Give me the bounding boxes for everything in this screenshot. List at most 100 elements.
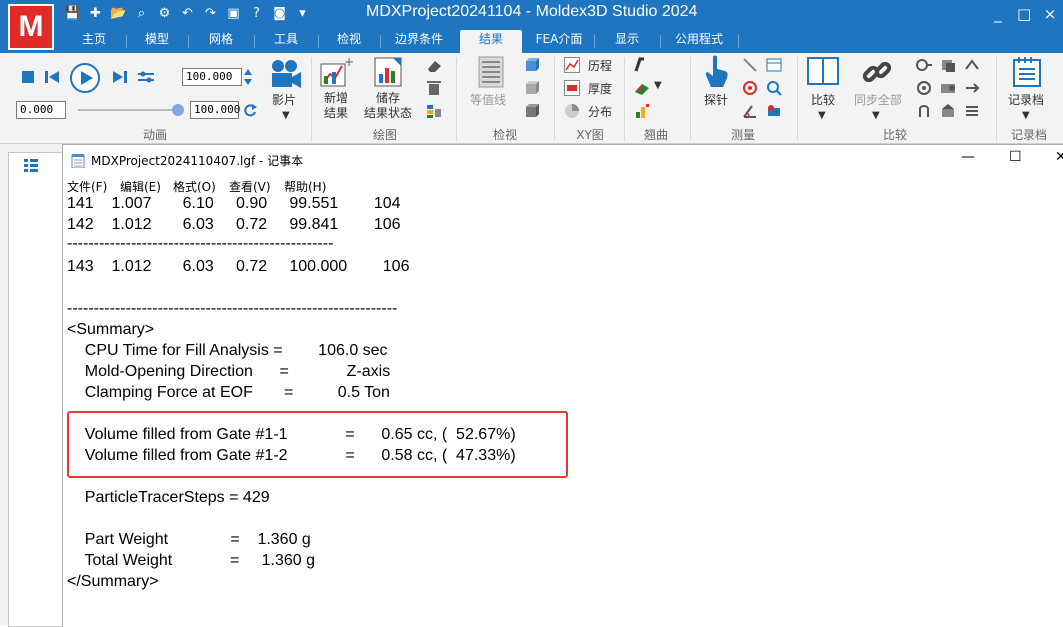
- undo-icon[interactable]: ↶: [179, 5, 196, 22]
- camera-icon[interactable]: ◙: [271, 5, 288, 22]
- new-result-icon[interactable]: +: [320, 55, 354, 89]
- step-forward-icon[interactable]: [112, 69, 128, 85]
- contour-icon[interactable]: [474, 55, 508, 89]
- target-icon[interactable]: [742, 80, 758, 96]
- compare-tool-i-icon[interactable]: [964, 103, 980, 119]
- redo-icon[interactable]: ↷: [202, 5, 219, 22]
- distribution-label[interactable]: 分布: [588, 103, 612, 120]
- eraser-icon[interactable]: [426, 58, 442, 74]
- compare-tool-f-icon[interactable]: [964, 80, 980, 96]
- view-cube-dark-icon[interactable]: [524, 103, 540, 119]
- notepad-maximize-button[interactable]: ☐: [1009, 149, 1022, 165]
- step-back-icon[interactable]: [44, 69, 60, 85]
- save-result-state-icon[interactable]: [372, 55, 406, 89]
- history-label[interactable]: 历程: [588, 57, 612, 74]
- compare-tool-b-icon[interactable]: [940, 57, 956, 73]
- log-label[interactable]: 记录档: [1008, 91, 1044, 108]
- stop-icon[interactable]: [20, 69, 36, 85]
- refresh-icon[interactable]: [242, 102, 258, 118]
- search-file-icon[interactable]: ⌕: [133, 5, 150, 22]
- thickness-label[interactable]: 厚度: [588, 80, 612, 97]
- sync-all-label[interactable]: 同步全部: [854, 91, 902, 108]
- compare-tool-d-icon[interactable]: [916, 80, 932, 96]
- compare-dropdown-icon[interactable]: ▼: [818, 110, 826, 121]
- ruler-icon[interactable]: [742, 57, 758, 73]
- movie-label[interactable]: 影片: [272, 91, 296, 108]
- view-cube-blue-icon[interactable]: [524, 57, 540, 73]
- close-button[interactable]: ×: [1043, 5, 1057, 23]
- tab-tools[interactable]: 工具: [256, 30, 316, 53]
- tab-display[interactable]: 显示: [596, 30, 658, 53]
- help-icon[interactable]: ?: [248, 5, 265, 22]
- save-result-state-label[interactable]: 储存 结果状态: [364, 91, 412, 121]
- tab-boundary-conditions[interactable]: 边界条件: [382, 30, 456, 53]
- notepad-close-button[interactable]: ✕: [1055, 149, 1063, 165]
- angle-measure-icon[interactable]: [742, 103, 758, 119]
- movie-camera-icon[interactable]: [268, 57, 304, 91]
- tab-model[interactable]: 模型: [128, 30, 186, 53]
- probe-pointer-icon[interactable]: [700, 55, 734, 89]
- compare-icon[interactable]: [806, 55, 840, 89]
- animation-slider[interactable]: [78, 103, 186, 117]
- movie-dropdown-icon[interactable]: ▼: [282, 110, 290, 121]
- compare-tool-h-icon[interactable]: [940, 103, 956, 119]
- warpage-stats-icon[interactable]: [634, 103, 650, 119]
- window-title: MDXProject20241104 - Moldex3D Studio 202…: [366, 3, 698, 20]
- project-tree[interactable]: [8, 152, 63, 627]
- warpage-dropdown-icon[interactable]: ▼: [654, 80, 662, 91]
- section-view-icon[interactable]: [766, 103, 782, 119]
- distribution-plot-icon[interactable]: [564, 103, 580, 119]
- history-plot-icon[interactable]: [564, 57, 580, 73]
- play-button[interactable]: [68, 61, 102, 95]
- table-icon[interactable]: [766, 57, 782, 73]
- sync-all-link-icon[interactable]: [860, 55, 894, 89]
- menu-edit[interactable]: 编辑(E): [120, 178, 161, 195]
- zoom-result-icon[interactable]: [766, 80, 782, 96]
- speed-spinner[interactable]: [242, 67, 254, 87]
- log-dropdown-icon[interactable]: ▼: [1022, 110, 1030, 121]
- log-file-icon[interactable]: [1010, 55, 1044, 89]
- tree-view-icon[interactable]: [23, 157, 39, 173]
- compare-label[interactable]: 比较: [811, 91, 835, 108]
- window-controls: _ □ ×: [991, 5, 1057, 23]
- open-folder-icon[interactable]: 📂: [110, 5, 127, 22]
- tab-utilities[interactable]: 公用程式: [662, 30, 736, 53]
- menu-help[interactable]: 帮助(H): [284, 178, 326, 195]
- save-icon[interactable]: 💾: [64, 5, 81, 22]
- sync-dropdown-icon[interactable]: ▼: [872, 110, 880, 121]
- delete-icon[interactable]: [426, 80, 442, 96]
- animation-speed-field[interactable]: 100.000: [182, 68, 242, 86]
- compare-tool-e-icon[interactable]: [940, 80, 956, 96]
- warpage-bend-icon[interactable]: [634, 57, 650, 73]
- image-icon[interactable]: ▣: [225, 5, 242, 22]
- warpage-deform-icon[interactable]: [634, 80, 650, 96]
- probe-label[interactable]: 探针: [704, 91, 728, 108]
- contour-label[interactable]: 等值线: [470, 91, 506, 108]
- animation-slider-field[interactable]: 100.000: [190, 101, 240, 119]
- menu-file[interactable]: 文件(F): [67, 178, 107, 195]
- thickness-plot-icon[interactable]: [564, 80, 580, 96]
- compare-tool-a-icon[interactable]: [916, 57, 932, 73]
- tab-inspect[interactable]: 检视: [320, 30, 378, 53]
- compare-tool-g-icon[interactable]: [916, 103, 932, 119]
- layers-icon[interactable]: [426, 103, 442, 119]
- ribbon-panel: 100.000 影片 ▼ 0.000 100.000 动画 + 新增 结果 储存…: [0, 53, 1063, 144]
- qat-dropdown-icon[interactable]: ▾: [294, 5, 311, 22]
- maximize-button[interactable]: □: [1017, 5, 1031, 23]
- menu-format[interactable]: 格式(O): [173, 178, 216, 195]
- new-result-label[interactable]: 新增 结果: [324, 91, 348, 121]
- settings-gear-icon[interactable]: ⚙: [156, 5, 173, 22]
- animation-settings-icon[interactable]: [138, 69, 154, 85]
- tab-mesh[interactable]: 网格: [190, 30, 252, 53]
- notepad-minimize-button[interactable]: —: [961, 149, 975, 165]
- compare-tool-c-icon[interactable]: [964, 57, 980, 73]
- tab-fea-interface[interactable]: FEA介面: [526, 30, 592, 53]
- menu-view[interactable]: 查看(V): [229, 178, 271, 195]
- tab-home[interactable]: 主页: [64, 30, 124, 53]
- animation-time-field[interactable]: 0.000: [16, 101, 66, 119]
- new-file-icon[interactable]: ✚: [87, 5, 104, 22]
- minimize-button[interactable]: _: [991, 5, 1005, 23]
- tab-results[interactable]: 结果: [460, 30, 522, 53]
- moldex-logo[interactable]: M: [8, 4, 54, 50]
- view-cube-gray-icon[interactable]: [524, 80, 540, 96]
